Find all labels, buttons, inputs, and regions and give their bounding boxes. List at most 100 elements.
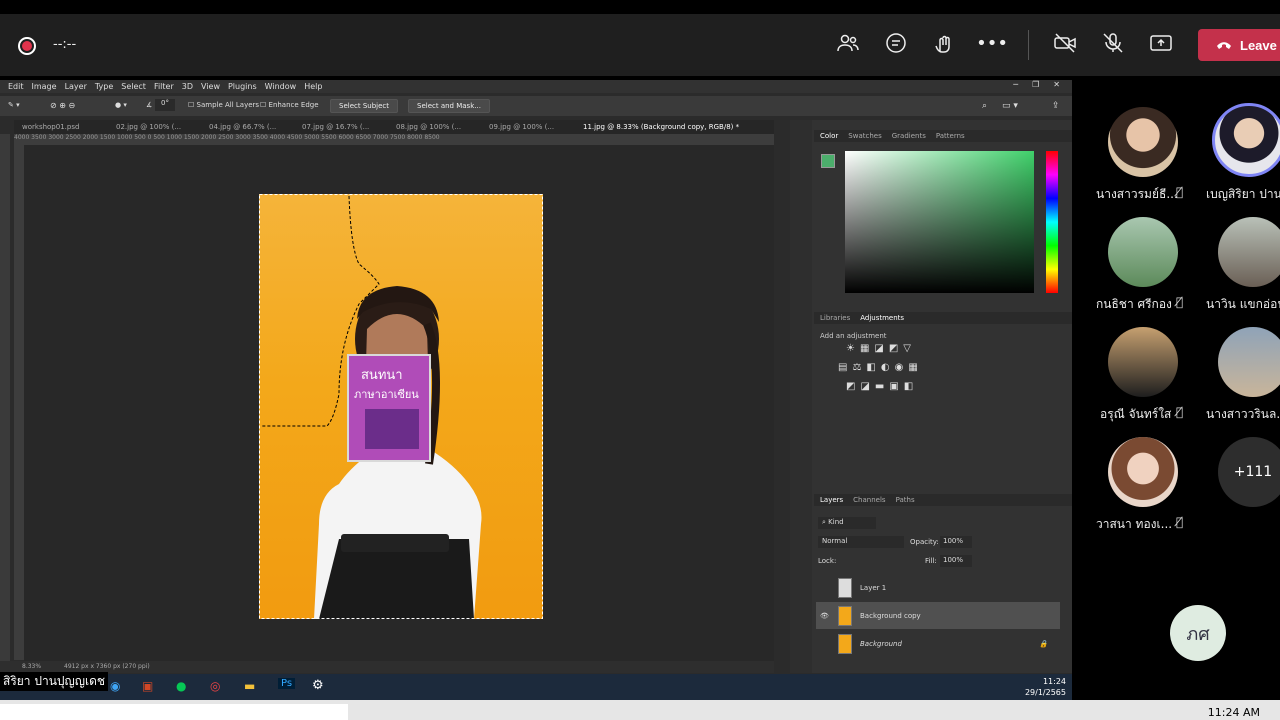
share-icon-ps[interactable]: ⇪	[1052, 101, 1060, 111]
tab-color[interactable]: Color	[820, 132, 838, 140]
tab-doc[interactable]: 02.jpg @ 100% (...	[116, 123, 181, 131]
tab-swatches[interactable]: Swatches	[848, 132, 881, 140]
powerpoint-icon[interactable]: ▣	[142, 679, 153, 693]
participant-avatar[interactable]	[1108, 437, 1178, 507]
angle-field[interactable]: 0°	[155, 99, 175, 111]
tab-doc[interactable]: 08.jpg @ 100% (...	[396, 123, 461, 131]
blend-mode-select[interactable]: Normal	[818, 536, 904, 548]
select-and-mask-button[interactable]: Select and Mask...	[408, 99, 490, 113]
more-actions-button[interactable]: •••	[976, 31, 1008, 55]
ps-menu-type[interactable]: Type	[95, 82, 113, 91]
ps-document-tabs: workshop01.psd 02.jpg @ 100% (... 04.jpg…	[14, 120, 774, 134]
people-button[interactable]	[836, 31, 860, 55]
tab-channels[interactable]: Channels	[853, 496, 885, 504]
tab-doc[interactable]: 07.jpg @ 16.7% (...	[302, 123, 369, 131]
raise-hand-icon	[935, 35, 950, 53]
color-picker-field[interactable]	[845, 151, 1034, 293]
selection-mode-icons[interactable]: ⊘ ⊕ ⊖	[50, 101, 75, 110]
ps-menu-edit[interactable]: Edit	[8, 82, 24, 91]
tab-doc[interactable]: 09.jpg @ 100% (...	[489, 123, 554, 131]
layer-row[interactable]: Background 🔒	[816, 630, 1060, 657]
brush-size-icon[interactable]: ● ▾	[115, 101, 127, 109]
ps-panel-icons[interactable]	[790, 120, 812, 673]
self-view-avatar[interactable]: ภศ	[1170, 605, 1226, 661]
line-icon[interactable]: ●	[176, 679, 186, 693]
windows-search-box[interactable]	[0, 704, 348, 720]
ps-tools-panel[interactable]	[0, 134, 10, 664]
mic-toggle[interactable]	[1101, 31, 1125, 55]
selection-marquee	[259, 194, 543, 619]
zoom-level[interactable]: 8.33%	[22, 663, 41, 670]
ps-menu-image[interactable]: Image	[32, 82, 57, 91]
participant-avatar[interactable]	[1218, 217, 1280, 287]
foreground-color-swatch[interactable]	[821, 154, 835, 168]
folder-icon[interactable]: ▬	[244, 679, 255, 693]
chat-button[interactable]	[884, 31, 908, 55]
photoshop-icon[interactable]: Ps	[278, 678, 296, 689]
quick-select-icon[interactable]: ✎ ▾	[8, 101, 20, 109]
ps-menu-filter[interactable]: Filter	[154, 82, 174, 91]
camera-toggle[interactable]	[1053, 31, 1077, 55]
doc-size: 4912 px x 7360 px (270 ppi)	[64, 663, 150, 670]
ps-menu-layer[interactable]: Layer	[65, 82, 87, 91]
ps-menu-window[interactable]: Window	[265, 82, 297, 91]
participant-avatar[interactable]	[1108, 327, 1178, 397]
ps-menu-3d[interactable]: 3D	[182, 82, 193, 91]
hue-slider[interactable]	[1046, 151, 1058, 293]
ps-menu-view[interactable]: View	[201, 82, 220, 91]
tab-doc-active[interactable]: 11.jpg @ 8.33% (Background copy, RGB/8) …	[583, 123, 739, 131]
adjustment-icons-row3[interactable]: ◩◪▬▣◧	[846, 381, 918, 392]
tab-paths[interactable]: Paths	[896, 496, 915, 504]
enhance-edge-checkbox[interactable]: ☐ Enhance Edge	[260, 101, 319, 109]
ps-menu-select[interactable]: Select	[121, 82, 146, 91]
tab-libraries[interactable]: Libraries	[820, 314, 850, 322]
settings-icon[interactable]: ⚙	[312, 678, 324, 693]
ps-menu-plugins[interactable]: Plugins	[228, 82, 257, 91]
eye-icon[interactable]: 👁	[820, 612, 829, 620]
search-icon[interactable]: ⌕	[982, 101, 987, 111]
tab-gradients[interactable]: Gradients	[892, 132, 926, 140]
ps-menu-help[interactable]: Help	[304, 82, 322, 91]
edge-icon[interactable]: ◉	[110, 679, 120, 693]
tab-doc[interactable]: 04.jpg @ 66.7% (...	[209, 123, 276, 131]
participant-name: เบญสิริยา ปานบ	[1206, 187, 1280, 201]
opacity-field[interactable]: 100%	[940, 536, 972, 548]
system-clock: 11:24 AM	[1207, 706, 1260, 719]
mic-muted-icon: 🎙̸	[1176, 405, 1184, 419]
layer-name: Background	[860, 639, 902, 648]
adjustment-icons-row2[interactable]: ▤⚖◧◐◉▦	[838, 362, 923, 373]
participant-avatar-speaking[interactable]	[1212, 103, 1280, 177]
photo-canvas[interactable]: สนทนา ภาษาอาเซียน	[259, 194, 543, 619]
layer-filter-kind[interactable]: ⌕ Kind	[818, 517, 876, 529]
participant-name: อรุณี จันทร์ใส	[1100, 407, 1172, 421]
ps-options-bar: ✎ ▾ ⊘ ⊕ ⊖ ● ▾ ∡ 0° ☐ Sample All Layers ☐…	[0, 96, 1072, 116]
tab-doc[interactable]: workshop01.psd	[22, 123, 79, 131]
sample-all-layers-checkbox[interactable]: ☐ Sample All Layers	[188, 101, 259, 109]
mic-muted-icon: 🎙̸	[1176, 295, 1184, 309]
select-subject-button[interactable]: Select Subject	[330, 99, 398, 113]
kind-label: Kind	[828, 518, 844, 526]
tab-adjustments[interactable]: Adjustments	[860, 314, 904, 322]
enhance-edge-label: Enhance Edge	[268, 101, 319, 109]
chrome-icon[interactable]: ◎	[210, 679, 220, 693]
leave-button[interactable]: Leave	[1198, 29, 1280, 61]
workspace-icon[interactable]: ▭ ▾	[1002, 101, 1018, 111]
reactions-button[interactable]	[932, 31, 956, 55]
recording-icon	[18, 37, 36, 55]
participant-avatar[interactable]	[1218, 327, 1280, 397]
shared-taskbar: ◉ ▣ ● ◎ ▬ Ps ⚙ 11:24 29/1/2565	[0, 674, 1072, 700]
participant-avatar[interactable]	[1108, 107, 1178, 177]
minimize-icon[interactable]: ─	[1013, 80, 1018, 89]
close-icon[interactable]: ✕	[1053, 80, 1060, 89]
color-panel-tabs: Color Swatches Gradients Patterns	[814, 130, 1072, 142]
fill-field[interactable]: 100%	[940, 555, 972, 567]
layer-row[interactable]: Layer 1	[816, 574, 1060, 601]
tab-patterns[interactable]: Patterns	[936, 132, 965, 140]
more-participants-button[interactable]: +111	[1218, 437, 1280, 507]
restore-icon[interactable]: ❐	[1032, 80, 1039, 89]
layer-row-selected[interactable]: 👁 Background copy	[816, 602, 1060, 629]
share-screen-button[interactable]	[1149, 31, 1173, 55]
participant-avatar[interactable]	[1108, 217, 1178, 287]
adjustment-icons-row1[interactable]: ☀▦◪◩▽	[846, 343, 916, 354]
tab-layers[interactable]: Layers	[820, 496, 843, 504]
